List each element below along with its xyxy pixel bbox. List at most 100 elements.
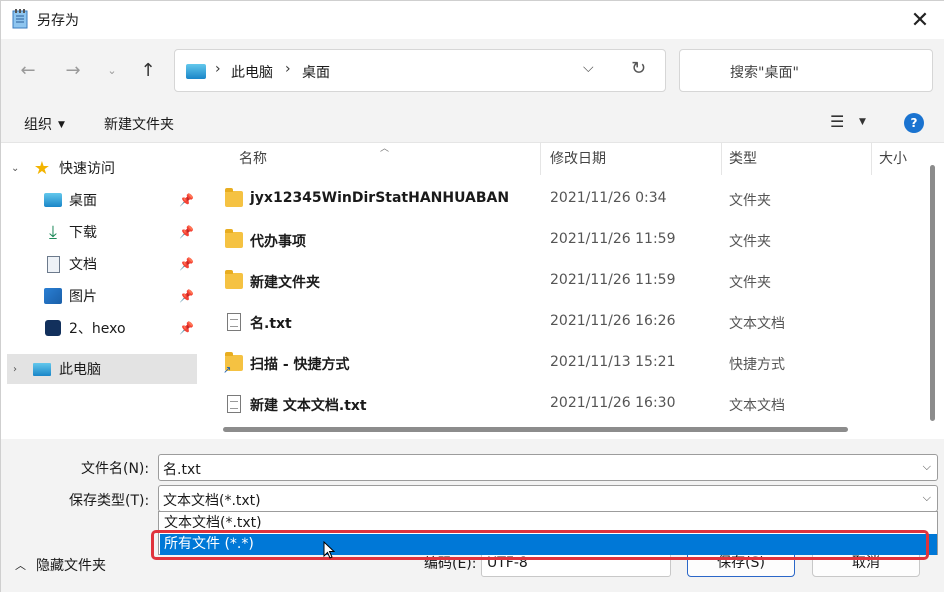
file-type: 文本文档 xyxy=(729,398,785,414)
sidebar-item-documents[interactable]: 文档 📌 xyxy=(1,249,201,279)
sidebar-item-label: 桌面 xyxy=(69,193,97,209)
savetype-label: 保存类型(T): xyxy=(69,493,150,509)
chevron-up-icon: ︿ xyxy=(15,559,26,572)
column-divider[interactable] xyxy=(540,143,541,175)
column-divider[interactable] xyxy=(721,143,722,175)
file-row[interactable]: jyx12345WinDirStatHANHUABAN 2021/11/26 0… xyxy=(201,179,921,220)
window-title: 另存为 xyxy=(37,13,79,29)
filename-field[interactable]: 名.txt ⌵ xyxy=(158,454,938,481)
up-arrow-icon[interactable]: ↑ xyxy=(135,57,161,83)
sidebar-item-label: 图片 xyxy=(69,289,97,305)
refresh-icon[interactable]: ↻ xyxy=(631,58,646,79)
desktop-icon xyxy=(44,191,62,209)
chevron-down-icon[interactable]: ⌵ xyxy=(583,60,594,76)
title-bar: 另存为 ✕ xyxy=(1,1,944,39)
file-type: 快捷方式 xyxy=(729,357,785,373)
help-icon[interactable]: ? xyxy=(904,113,924,133)
chevron-right-icon[interactable]: › xyxy=(13,364,17,375)
file-type: 文本文档 xyxy=(729,316,785,332)
column-header-type[interactable]: 类型 xyxy=(729,143,757,175)
pin-icon[interactable]: 📌 xyxy=(179,193,194,207)
folder-icon xyxy=(225,229,243,248)
annotation-highlight xyxy=(151,530,929,560)
mouse-cursor-icon xyxy=(323,541,335,559)
pc-icon xyxy=(186,64,206,79)
file-row[interactable]: 新建 文本文档.txt 2021/11/26 16:30 文本文档 xyxy=(201,384,921,425)
save-as-dialog: 另存为 ✕ ← → ⌄ ↑ › 此电脑 › 桌面 ⌵ ↻ 搜索"桌面" 组织 ▼ … xyxy=(0,0,944,592)
sidebar-item-desktop[interactable]: 桌面 📌 xyxy=(1,185,201,215)
sidebar-item-label: 此电脑 xyxy=(59,362,101,378)
breadcrumb-this-pc[interactable]: 此电脑 xyxy=(231,62,273,82)
hide-folders-label: 隐藏文件夹 xyxy=(36,558,106,574)
file-name: 代办事项 xyxy=(250,234,306,250)
file-list: ︿ 名称 修改日期 类型 大小 jyx12345WinDirStatHANHUA… xyxy=(201,143,944,439)
notepad-icon xyxy=(12,9,28,29)
view-list-icon[interactable]: ☰ xyxy=(830,112,844,131)
savetype-select[interactable]: 文本文档(*.txt) ⌵ xyxy=(158,485,938,512)
vertical-scrollbar[interactable] xyxy=(930,165,935,421)
chevron-right-icon[interactable]: › xyxy=(285,61,291,77)
caret-down-icon[interactable]: ▼ xyxy=(859,117,866,127)
star-icon: ★ xyxy=(33,157,51,179)
file-date: 2021/11/26 11:59 xyxy=(550,272,676,288)
file-date: 2021/11/13 15:21 xyxy=(550,354,676,370)
sort-ascending-icon: ︿ xyxy=(380,144,390,154)
search-box[interactable]: 搜索"桌面" xyxy=(679,49,933,92)
chevron-down-icon[interactable]: ⌵ xyxy=(923,491,931,505)
chevron-down-icon[interactable]: ⌵ xyxy=(923,460,931,474)
filename-value: 名.txt xyxy=(163,462,201,478)
column-header-date[interactable]: 修改日期 xyxy=(550,143,606,175)
hexo-folder-icon xyxy=(44,319,62,337)
close-icon[interactable]: ✕ xyxy=(903,3,937,37)
pin-icon[interactable]: 📌 xyxy=(179,225,194,239)
new-folder-button[interactable]: 新建文件夹 xyxy=(104,114,174,134)
chevron-down-icon[interactable]: ⌄ xyxy=(11,163,19,174)
navigation-pane: ⌄ ★ 快速访问 桌面 📌 ⤓ 下载 📌 文档 📌 图片 📌 2、hexo 📌 xyxy=(1,143,201,439)
folder-icon xyxy=(225,188,243,207)
file-date: 2021/11/26 16:30 xyxy=(550,395,676,411)
pin-icon[interactable]: 📌 xyxy=(179,257,194,271)
file-row[interactable]: 名.txt 2021/11/26 16:26 文本文档 xyxy=(201,302,921,343)
sidebar-item-downloads[interactable]: ⤓ 下载 📌 xyxy=(1,217,201,247)
forward-arrow-icon[interactable]: → xyxy=(60,57,86,83)
file-type: 文件夹 xyxy=(729,275,771,291)
shortcut-arrow-icon: ↗ xyxy=(223,365,232,376)
file-row[interactable]: 代办事项 2021/11/26 11:59 文件夹 xyxy=(201,220,921,261)
file-type: 文件夹 xyxy=(729,234,771,250)
sidebar-this-pc[interactable]: › 此电脑 xyxy=(7,354,197,384)
text-file-icon xyxy=(227,395,241,413)
search-placeholder: 搜索"桌面" xyxy=(730,65,799,81)
file-name: 扫描 - 快捷方式 xyxy=(250,357,350,373)
sidebar-item-label: 下载 xyxy=(69,225,97,241)
recent-locations-icon[interactable]: ⌄ xyxy=(99,57,125,83)
pin-icon[interactable]: 📌 xyxy=(179,321,194,335)
pc-icon xyxy=(33,360,51,378)
column-header-size[interactable]: 大小 xyxy=(879,143,907,175)
navigation-bar: ← → ⌄ ↑ › 此电脑 › 桌面 ⌵ ↻ 搜索"桌面" xyxy=(1,39,944,101)
file-row[interactable]: 新建文件夹 2021/11/26 11:59 文件夹 xyxy=(201,261,921,302)
address-bar[interactable]: › 此电脑 › 桌面 ⌵ ↻ xyxy=(174,49,666,92)
command-bar: 组织 ▼ 新建文件夹 ☰ ▼ ? xyxy=(1,101,944,143)
sidebar-item-pictures[interactable]: 图片 📌 xyxy=(1,281,201,311)
caret-down-icon: ▼ xyxy=(58,120,65,130)
sidebar-item-hexo[interactable]: 2、hexo 📌 xyxy=(1,313,201,343)
sidebar-item-label: 2、hexo xyxy=(69,321,126,337)
column-header-name[interactable]: 名称 xyxy=(239,143,267,175)
file-type: 文件夹 xyxy=(729,193,771,209)
breadcrumb-desktop[interactable]: 桌面 xyxy=(302,62,330,82)
file-name: 新建文件夹 xyxy=(250,275,320,291)
file-date: 2021/11/26 16:26 xyxy=(550,313,676,329)
pin-icon[interactable]: 📌 xyxy=(179,289,194,303)
sidebar-item-label: 文档 xyxy=(69,257,97,273)
organize-button[interactable]: 组织 ▼ xyxy=(24,114,65,134)
sidebar-item-label: 快速访问 xyxy=(59,161,115,177)
sidebar-quick-access[interactable]: ⌄ ★ 快速访问 xyxy=(1,153,201,183)
file-row[interactable]: ↗ 扫描 - 快捷方式 2021/11/13 15:21 快捷方式 xyxy=(201,343,921,384)
chevron-right-icon[interactable]: › xyxy=(215,61,221,77)
hide-folders-button[interactable]: ︿ 隐藏文件夹 xyxy=(15,555,106,575)
organize-label: 组织 xyxy=(24,117,52,133)
horizontal-scrollbar[interactable] xyxy=(223,427,848,432)
back-arrow-icon[interactable]: ← xyxy=(15,57,41,83)
folder-icon xyxy=(225,270,243,289)
column-divider[interactable] xyxy=(871,143,872,175)
